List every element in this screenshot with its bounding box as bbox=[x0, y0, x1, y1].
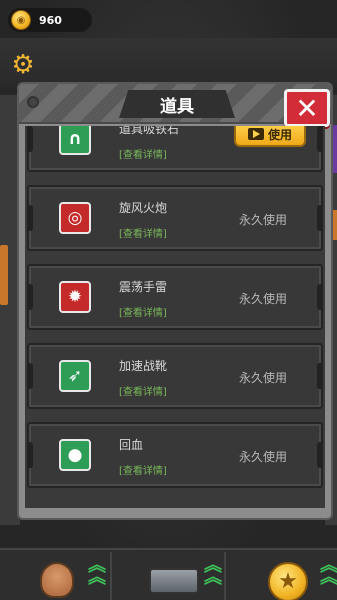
item-name: 回血 bbox=[119, 438, 144, 452]
item-name: 道具吸铁石 bbox=[119, 126, 180, 136]
list-item: ∩ 道具吸铁石 [查看详情] 使用 bbox=[27, 126, 323, 172]
item-detail-link[interactable]: [查看详情] bbox=[119, 462, 167, 477]
item-status: 永久使用 bbox=[239, 450, 288, 464]
bolt-icon bbox=[27, 96, 39, 108]
row-notch-left bbox=[27, 284, 33, 310]
coin-upgrade-icon: ★ bbox=[268, 562, 308, 600]
target-icon: ◎ bbox=[59, 202, 91, 234]
list-item: ✹ 震荡手雷 [查看详情] 永久使用 bbox=[27, 264, 323, 330]
magnet-icon: ∩ bbox=[59, 126, 91, 155]
row-notch-right bbox=[317, 205, 323, 231]
grenade-icon: ✹ bbox=[59, 281, 91, 313]
bottom-bar: ︽ ︽ ︽ ︽ ★ ︽ ︽ bbox=[0, 548, 337, 600]
item-status: 永久使用 bbox=[239, 371, 288, 385]
row-notch-left bbox=[27, 205, 33, 231]
upgrade-chevron-icon: ︽ ︽ bbox=[88, 555, 106, 588]
gear-icon[interactable]: ⚙ bbox=[10, 52, 36, 78]
tank-icon bbox=[149, 568, 199, 594]
hero-avatar-icon bbox=[40, 562, 74, 598]
panel-title: 道具 bbox=[160, 96, 194, 117]
close-button[interactable]: ✕ bbox=[284, 89, 330, 127]
background-strip bbox=[0, 38, 337, 88]
item-detail-link[interactable]: [查看详情] bbox=[119, 383, 167, 398]
coin-count: 960 bbox=[39, 13, 62, 27]
items-panel: 道具 ✕ ∩ 道具吸铁石 [查看详情] 使用 ◎ 旋风火炮 [查看详情] 永久使… bbox=[17, 82, 333, 520]
row-notch-left bbox=[27, 363, 33, 389]
item-status: 永久使用 bbox=[239, 213, 288, 227]
list-item: ● 回血 [查看详情] 永久使用 bbox=[27, 422, 323, 488]
items-list[interactable]: ∩ 道具吸铁石 [查看详情] 使用 ◎ 旋风火炮 [查看详情] 永久使用 ✹ 震… bbox=[25, 126, 325, 508]
bottom-slot-coin[interactable]: ★ ︽ ︽ bbox=[228, 552, 337, 600]
coin-icon: ◉ bbox=[11, 10, 31, 30]
use-button[interactable]: 使用 bbox=[234, 126, 306, 147]
row-notch-right bbox=[317, 284, 323, 310]
row-notch-right bbox=[317, 442, 323, 468]
upgrade-chevron-icon: ︽ ︽ bbox=[320, 555, 337, 588]
upgrade-chevron-icon: ︽ ︽ bbox=[204, 555, 222, 588]
item-name: 旋风火炮 bbox=[119, 201, 168, 215]
item-name: 加速战靴 bbox=[119, 359, 168, 373]
item-detail-link[interactable]: [查看详情] bbox=[119, 304, 167, 319]
video-icon bbox=[247, 128, 264, 140]
use-button-label: 使用 bbox=[267, 127, 292, 142]
list-item: ◎ 旋风火炮 [查看详情] 永久使用 bbox=[27, 185, 323, 251]
item-status: 永久使用 bbox=[239, 292, 288, 306]
row-notch-right bbox=[317, 363, 323, 389]
bottom-slot-tank[interactable]: ︽ ︽ bbox=[114, 552, 226, 600]
boot-icon: ➶ bbox=[59, 360, 91, 392]
item-detail-link[interactable]: [查看详情] bbox=[119, 225, 167, 240]
row-notch-left bbox=[27, 442, 33, 468]
coin-counter: ◉ 960 bbox=[8, 8, 92, 32]
bottom-slot-hero[interactable]: ︽ ︽ bbox=[0, 552, 112, 600]
row-notch-left bbox=[27, 126, 33, 152]
blood-drop-icon: ● bbox=[59, 439, 91, 471]
item-detail-link[interactable]: [查看详情] bbox=[119, 146, 167, 161]
row-notch-right bbox=[317, 126, 323, 152]
item-name: 震荡手雷 bbox=[119, 280, 168, 294]
list-item: ➶ 加速战靴 [查看详情] 永久使用 bbox=[27, 343, 323, 409]
background-glow bbox=[0, 245, 8, 305]
